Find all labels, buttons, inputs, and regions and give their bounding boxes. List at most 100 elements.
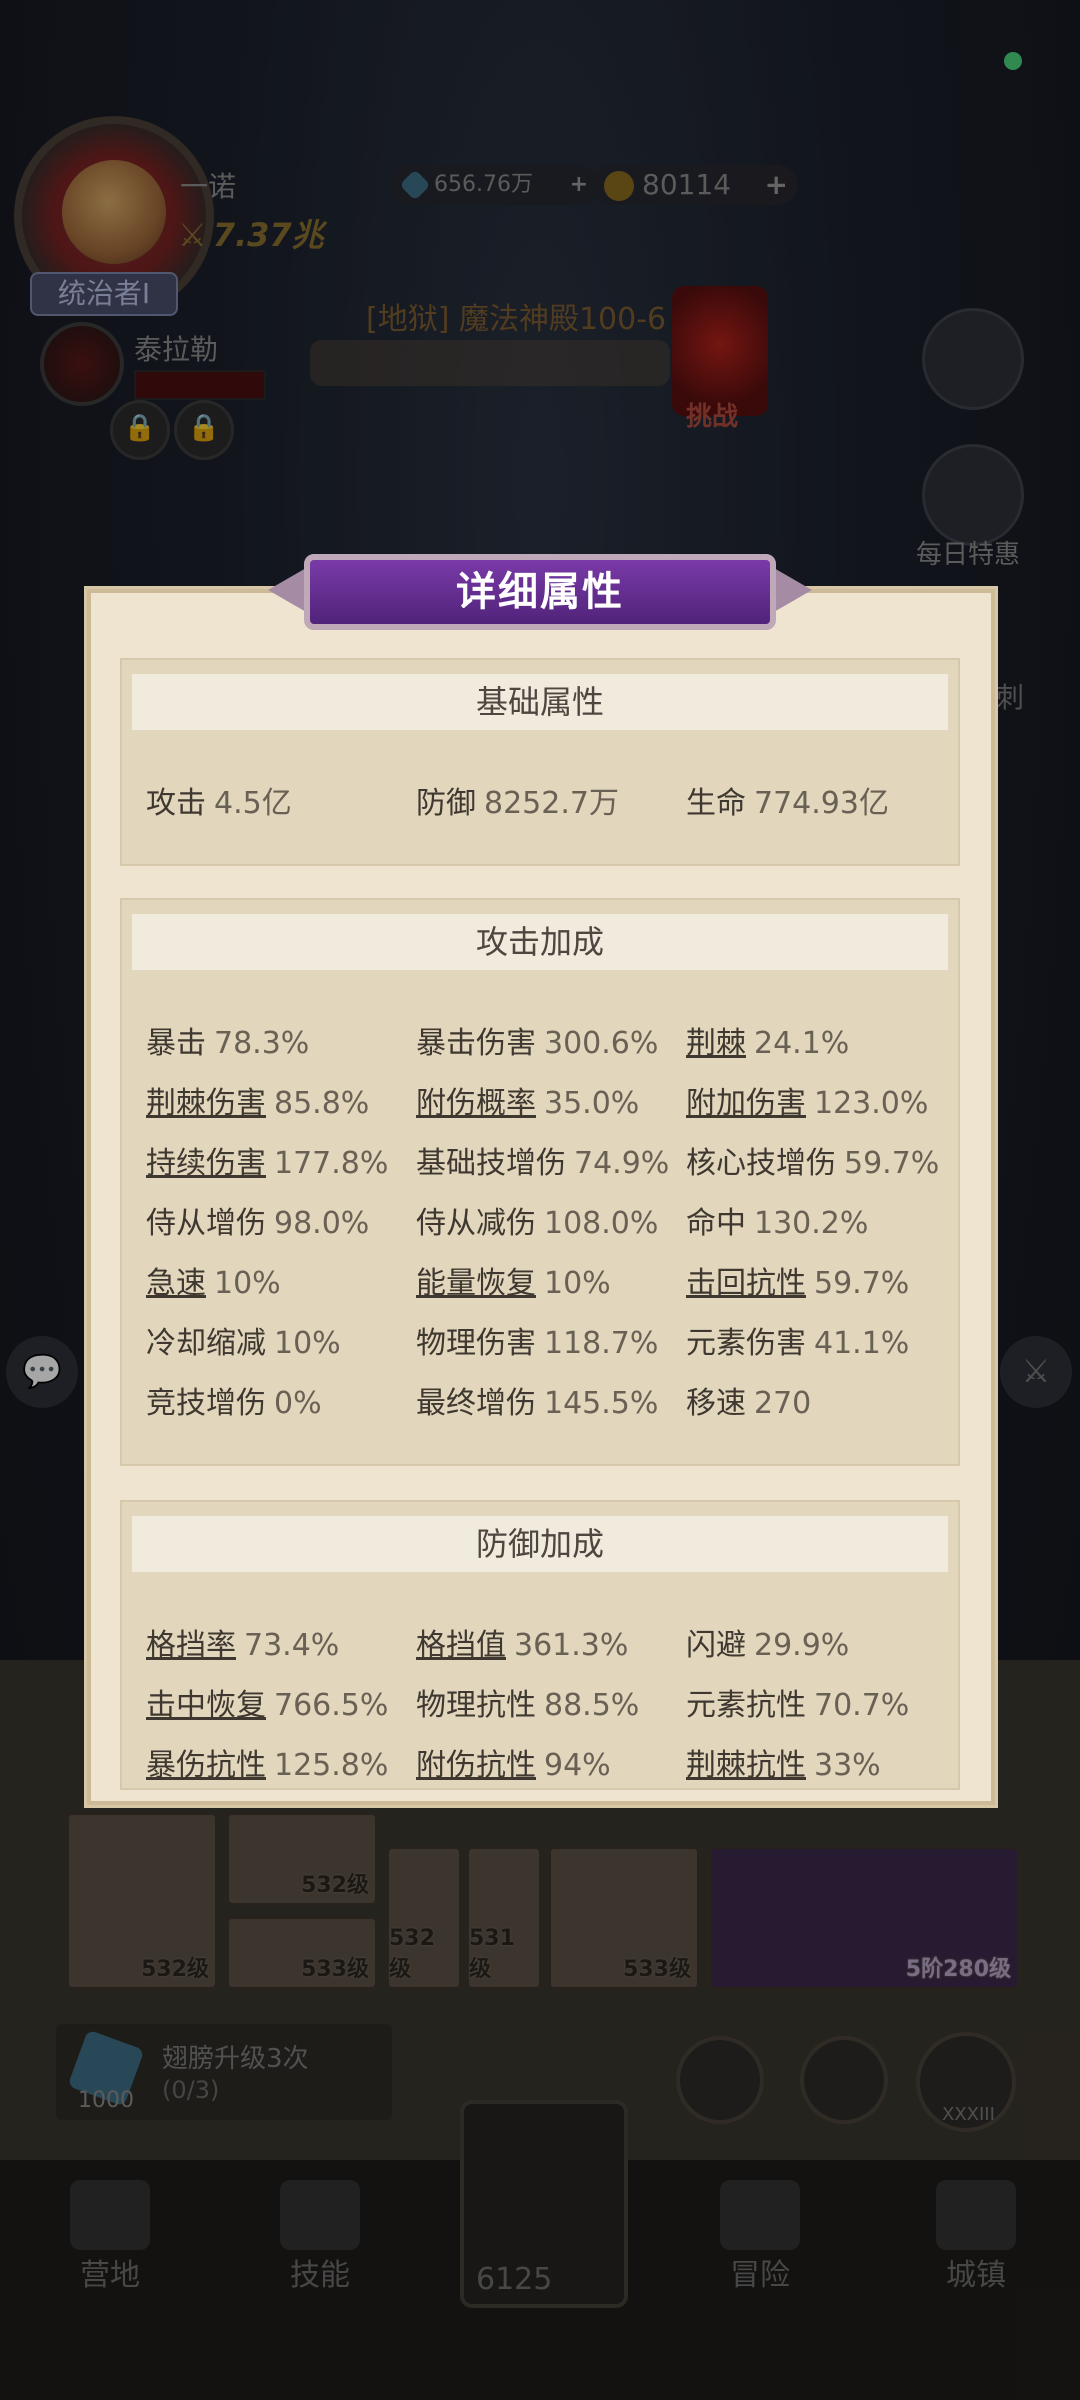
stat-value: 108.0% <box>544 1206 659 1241</box>
stat-value: 35.0% <box>544 1086 640 1121</box>
stat-value: 125.8% <box>274 1748 389 1783</box>
stat-value: 10% <box>544 1266 611 1301</box>
stat-value: 41.1% <box>814 1326 910 1361</box>
stat-extra-dmg-chance[interactable]: 附伤概率 35.0% <box>416 1078 639 1122</box>
stat-label: 生命 <box>686 786 746 821</box>
stat-attack: 攻击 4.5亿 <box>146 778 292 822</box>
stat-dot-damage[interactable]: 持续伤害 177.8% <box>146 1138 388 1182</box>
stat-label: 击回抗性 <box>686 1266 806 1301</box>
stat-value: 270 <box>754 1386 812 1421</box>
stat-label: 附加伤害 <box>686 1086 806 1121</box>
stat-value: 59.7% <box>844 1146 940 1181</box>
stat-label: 基础技增伤 <box>416 1146 566 1181</box>
stat-block-rate[interactable]: 格挡率 73.4% <box>146 1620 339 1664</box>
stat-label: 格挡值 <box>416 1628 506 1663</box>
stat-label: 攻击 <box>146 786 206 821</box>
stat-label: 荆棘伤害 <box>146 1086 266 1121</box>
stat-label: 元素伤害 <box>686 1326 806 1361</box>
stat-haste[interactable]: 急速 10% <box>146 1258 281 1302</box>
stat-label: 附伤概率 <box>416 1086 536 1121</box>
base-attributes-section: 基础属性 <box>120 658 960 866</box>
stat-servant-damage: 侍从增伤 98.0% <box>146 1198 369 1242</box>
stat-crit-resist[interactable]: 暴伤抗性 125.8% <box>146 1740 388 1784</box>
stat-label: 闪避 <box>686 1628 746 1663</box>
stat-label: 荆棘 <box>686 1026 746 1061</box>
stat-crit-damage: 暴击伤害 300.6% <box>416 1018 658 1062</box>
stat-value: 130.2% <box>754 1206 869 1241</box>
stat-health: 生命 774.93亿 <box>686 778 889 822</box>
stat-label: 物理抗性 <box>416 1688 536 1723</box>
stat-label: 暴击伤害 <box>416 1026 536 1061</box>
stat-label: 核心技增伤 <box>686 1146 836 1181</box>
stat-value: 10% <box>214 1266 281 1301</box>
stat-value: 766.5% <box>274 1688 389 1723</box>
stat-value: 361.3% <box>514 1628 629 1663</box>
stat-thorns-damage[interactable]: 荆棘伤害 85.8% <box>146 1078 369 1122</box>
stat-servant-reduction: 侍从减伤 108.0% <box>416 1198 658 1242</box>
stat-value: 24.1% <box>754 1026 850 1061</box>
stat-label: 元素抗性 <box>686 1688 806 1723</box>
stat-value: 73.4% <box>244 1628 340 1663</box>
stat-physical-damage: 物理伤害 118.7% <box>416 1318 658 1362</box>
stat-label: 冷却缩减 <box>146 1326 266 1361</box>
stat-label: 物理伤害 <box>416 1326 536 1361</box>
stat-value: 8252.7万 <box>484 786 619 821</box>
stat-element-resist: 元素抗性 70.7% <box>686 1680 909 1724</box>
panel-title: 详细属性 <box>456 569 624 615</box>
stat-arena-bonus: 竞技增伤 0% <box>146 1378 322 1422</box>
stat-value: 74.9% <box>574 1146 670 1181</box>
stat-value: 98.0% <box>274 1206 370 1241</box>
stat-label: 最终增伤 <box>416 1386 536 1421</box>
stat-label: 持续伤害 <box>146 1146 266 1181</box>
stat-thorns[interactable]: 荆棘 24.1% <box>686 1018 849 1062</box>
stat-value: 33% <box>814 1748 881 1783</box>
stat-value: 177.8% <box>274 1146 389 1181</box>
stat-label: 击中恢复 <box>146 1688 266 1723</box>
section-header: 攻击加成 <box>132 914 948 970</box>
stat-label: 防御 <box>416 786 476 821</box>
stat-block-value[interactable]: 格挡值 361.3% <box>416 1620 628 1664</box>
stat-final-bonus: 最终增伤 145.5% <box>416 1378 658 1422</box>
stat-hit-recovery[interactable]: 击中恢复 766.5% <box>146 1680 388 1724</box>
stat-value: 85.8% <box>274 1086 370 1121</box>
stat-label: 命中 <box>686 1206 746 1241</box>
stat-value: 0% <box>274 1386 322 1421</box>
stat-basic-skill-bonus: 基础技增伤 74.9% <box>416 1138 669 1182</box>
stat-energy-regen[interactable]: 能量恢复 10% <box>416 1258 611 1302</box>
stat-label: 竞技增伤 <box>146 1386 266 1421</box>
stat-label: 附伤抗性 <box>416 1748 536 1783</box>
stat-label: 能量恢复 <box>416 1266 536 1301</box>
stat-label: 侍从增伤 <box>146 1206 266 1241</box>
stat-value: 78.3% <box>214 1026 310 1061</box>
stat-value: 4.5亿 <box>214 786 292 821</box>
stat-value: 774.93亿 <box>754 786 889 821</box>
stat-element-damage: 元素伤害 41.1% <box>686 1318 909 1362</box>
stat-thorns-resist[interactable]: 荆棘抗性 33% <box>686 1740 881 1784</box>
stat-label: 急速 <box>146 1266 206 1301</box>
stat-value: 145.5% <box>544 1386 659 1421</box>
stat-move-speed: 移速 270 <box>686 1378 811 1422</box>
stat-label: 移速 <box>686 1386 746 1421</box>
stat-extra-dmg-resist[interactable]: 附伤抗性 94% <box>416 1740 611 1784</box>
section-header: 防御加成 <box>132 1516 948 1572</box>
stat-physical-resist: 物理抗性 88.5% <box>416 1680 639 1724</box>
stat-value: 59.7% <box>814 1266 910 1301</box>
stat-extra-damage[interactable]: 附加伤害 123.0% <box>686 1078 928 1122</box>
stat-label: 荆棘抗性 <box>686 1748 806 1783</box>
stat-value: 118.7% <box>544 1326 659 1361</box>
stat-defense: 防御 8252.7万 <box>416 778 619 822</box>
stat-label: 格挡率 <box>146 1628 236 1663</box>
stat-label: 暴击 <box>146 1026 206 1061</box>
stat-value: 94% <box>544 1748 611 1783</box>
stat-value: 10% <box>274 1326 341 1361</box>
stat-label: 侍从减伤 <box>416 1206 536 1241</box>
stat-crit: 暴击 78.3% <box>146 1018 309 1062</box>
stat-value: 300.6% <box>544 1026 659 1061</box>
stat-dodge: 闪避 29.9% <box>686 1620 849 1664</box>
section-header: 基础属性 <box>132 674 948 730</box>
stat-cooldown-reduction: 冷却缩减 10% <box>146 1318 341 1362</box>
stat-value: 29.9% <box>754 1628 850 1663</box>
stat-value: 123.0% <box>814 1086 929 1121</box>
stat-value: 70.7% <box>814 1688 910 1723</box>
stat-counter-resist[interactable]: 击回抗性 59.7% <box>686 1258 909 1302</box>
